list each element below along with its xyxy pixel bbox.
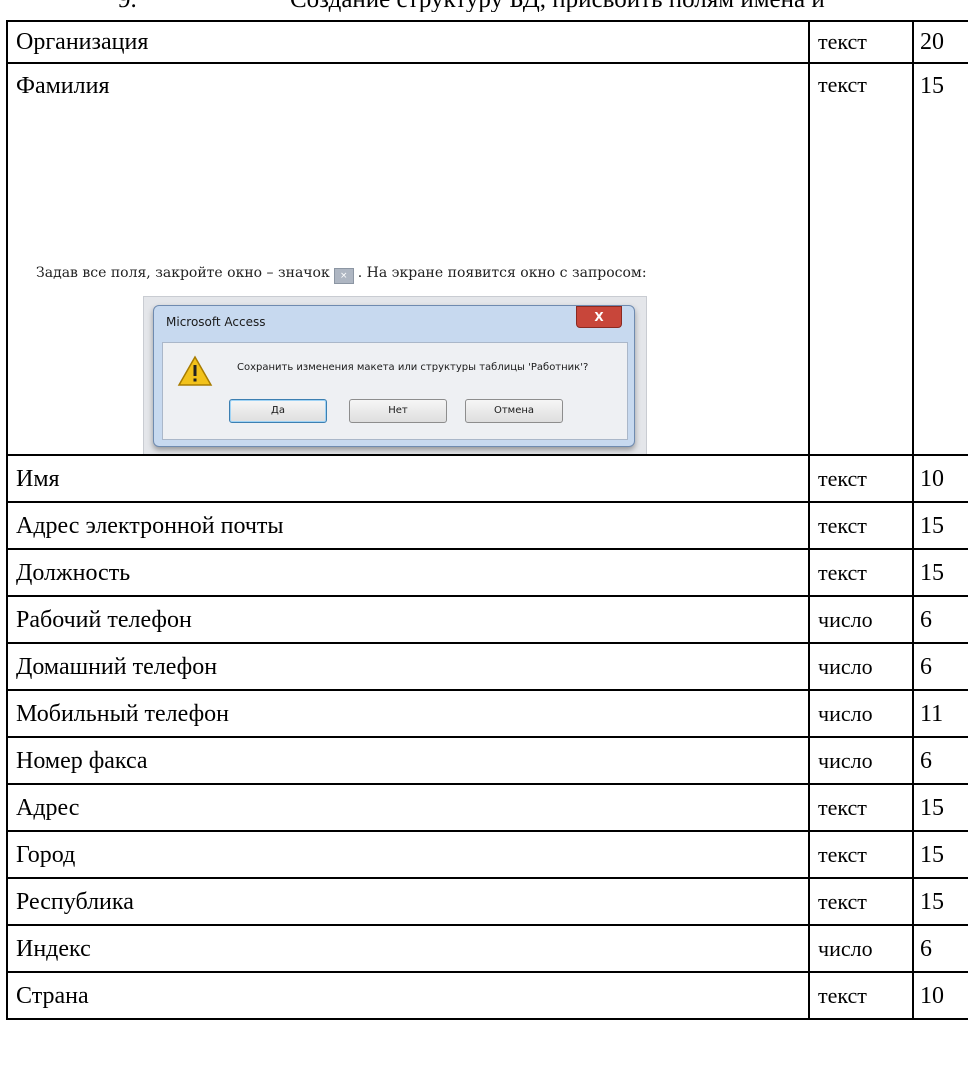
field-size: 6 (912, 736, 968, 785)
field-size: 15 (912, 877, 968, 926)
table-row: Номер факса число 6 (6, 736, 968, 785)
field-type: текст (808, 971, 914, 1020)
section-number: 9. (118, 0, 137, 12)
field-size: 10 (912, 971, 968, 1020)
field-type: текст (808, 454, 914, 503)
field-name: Город (6, 830, 810, 879)
no-button[interactable]: Нет (349, 399, 447, 423)
table-row: Фамилия Задав все поля, закройте окно – … (6, 62, 968, 456)
field-name: Организация (6, 20, 810, 64)
field-name: Адрес электронной почты (6, 501, 810, 550)
dialog-body: Сохранить изменения макета или структуры… (162, 342, 628, 440)
dialog-screenshot: Microsoft Access X Сохранить изменения м… (143, 296, 647, 453)
table-row: Индекс число 6 (6, 924, 968, 973)
instruction-text: Задав все поля, закройте окно – значок ×.… (36, 266, 647, 284)
table-row: Имя текст 10 (6, 454, 968, 503)
table-row: Организация текст 20 (6, 20, 968, 64)
table-row: Должность текст 15 (6, 548, 968, 597)
field-size: 15 (912, 783, 968, 832)
field-type: текст (808, 830, 914, 879)
table-row: Город текст 15 (6, 830, 968, 879)
fields-table: Организация текст 20 Фамилия Задав все п… (6, 20, 968, 1020)
yes-button[interactable]: Да (229, 399, 327, 423)
field-size: 15 (912, 830, 968, 879)
field-type: текст (808, 548, 914, 597)
field-name: Индекс (6, 924, 810, 973)
field-size: 15 (912, 501, 968, 550)
field-type: текст (808, 20, 914, 64)
field-name: Должность (6, 548, 810, 597)
field-name: Номер факса (6, 736, 810, 785)
section-text: Создание структуру БД, присвоить полям и… (290, 0, 825, 12)
table-row: Домашний телефон число 6 (6, 642, 968, 691)
dialog-message: Сохранить изменения макета или структуры… (237, 362, 589, 373)
dialog-close-button[interactable]: X (576, 306, 622, 328)
field-size: 10 (912, 454, 968, 503)
field-name-cell: Фамилия Задав все поля, закройте окно – … (6, 62, 810, 456)
field-type: текст (808, 501, 914, 550)
field-type: число (808, 642, 914, 691)
field-type: текст (808, 783, 914, 832)
field-name: Домашний телефон (6, 642, 810, 691)
field-name: Рабочий телефон (6, 595, 810, 644)
field-type: число (808, 595, 914, 644)
field-size: 15 (912, 548, 968, 597)
field-name: Республика (6, 877, 810, 926)
field-size: 20 (912, 20, 968, 64)
field-size: 6 (912, 595, 968, 644)
field-size: 6 (912, 642, 968, 691)
field-size: 6 (912, 924, 968, 973)
field-name: Мобильный телефон (6, 689, 810, 738)
field-name: Страна (6, 971, 810, 1020)
field-type: число (808, 924, 914, 973)
field-type: число (808, 736, 914, 785)
close-icon: × (333, 268, 354, 284)
table-row: Мобильный телефон число 11 (6, 689, 968, 738)
table-row: Рабочий телефон число 6 (6, 595, 968, 644)
field-type: число (808, 689, 914, 738)
save-prompt-dialog: Microsoft Access X Сохранить изменения м… (153, 305, 635, 447)
field-type: текст (808, 62, 914, 456)
table-row: Адрес текст 15 (6, 783, 968, 832)
instruction-before: Задав все поля, закройте окно – значок (36, 265, 330, 281)
field-size: 11 (912, 689, 968, 738)
warning-icon (177, 355, 213, 386)
field-name: Имя (6, 454, 810, 503)
field-size: 15 (912, 62, 968, 456)
dialog-title: Microsoft Access (166, 315, 266, 329)
section-heading: 9. Создание структуру БД, присвоить поля… (0, 0, 968, 12)
table-row: Страна текст 10 (6, 971, 968, 1020)
field-name: Адрес (6, 783, 810, 832)
field-type: текст (808, 877, 914, 926)
instruction-after: . На экране появится окно с запросом: (357, 265, 647, 281)
field-name: Фамилия (16, 73, 110, 99)
table-row: Адрес электронной почты текст 15 (6, 501, 968, 550)
cancel-button[interactable]: Отмена (465, 399, 563, 423)
table-row: Республика текст 15 (6, 877, 968, 926)
